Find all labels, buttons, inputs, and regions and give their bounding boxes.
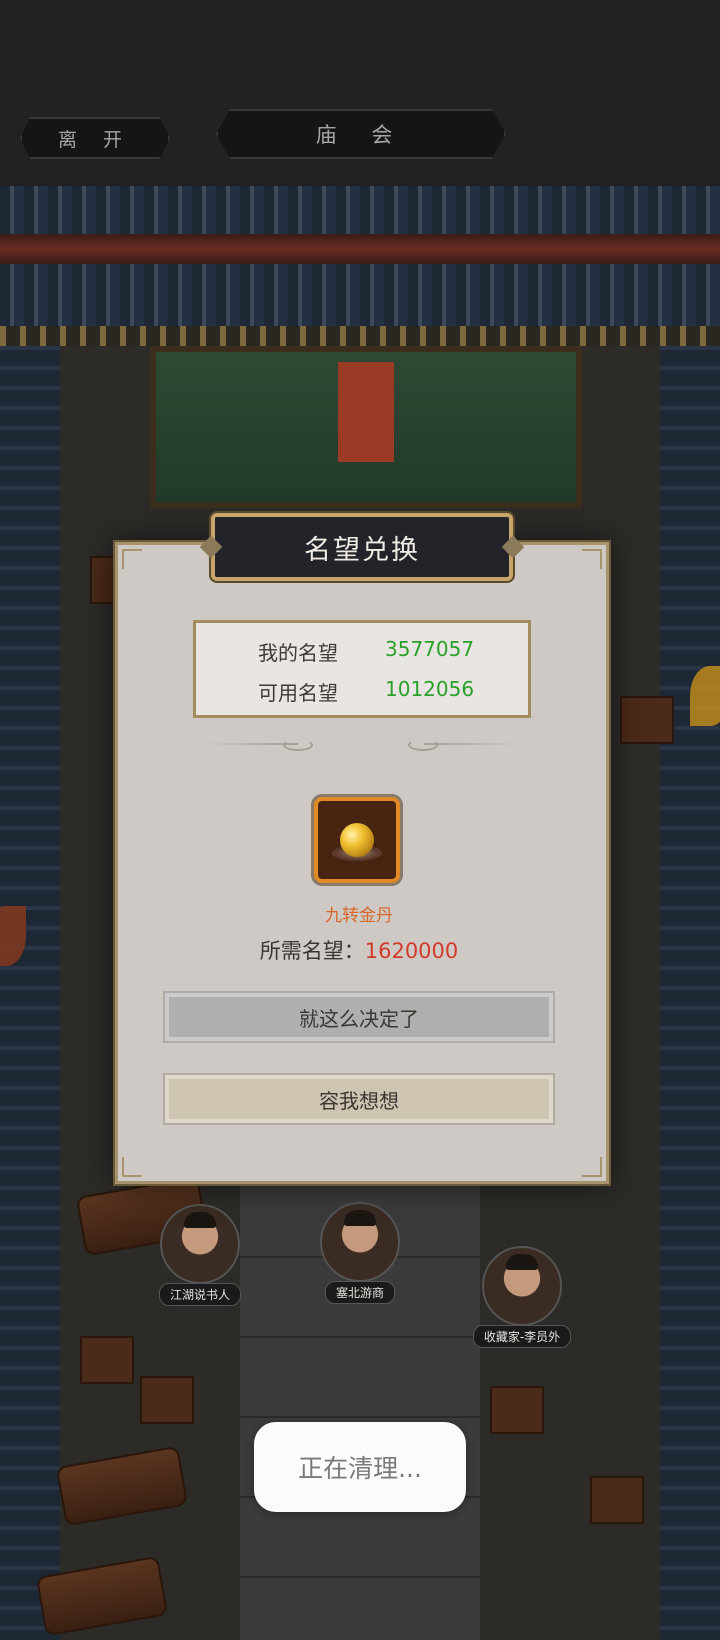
divider-knot: [283, 739, 313, 751]
npc-northern-merchant[interactable]: 塞北游商: [310, 1202, 410, 1304]
cleaning-toast: 正在清理...: [254, 1422, 466, 1512]
npc-storyteller[interactable]: 江湖说书人: [150, 1204, 250, 1306]
crate: [490, 1386, 544, 1434]
dialog-title-text: 名望兑换: [304, 534, 420, 566]
roof-eaves: [0, 326, 720, 346]
required-reputation: 所需名望：1620000: [118, 935, 600, 965]
temple-roof: [0, 186, 720, 346]
left-wall: [0, 346, 60, 1640]
reputation-exchange-dialog: 名望兑换 我的名望 3577057 可用名望 1012056 九转金丹 所需名望…: [115, 513, 609, 1184]
right-wall: [660, 346, 720, 1640]
ginkgo-leaf-decoration: [690, 666, 720, 726]
divider-knot: [408, 739, 438, 751]
cost-value: 1620000: [364, 939, 459, 963]
cancel-button[interactable]: 容我想想: [163, 1073, 555, 1125]
frame-corner: [122, 1157, 142, 1177]
crate: [620, 696, 674, 744]
frame-corner: [582, 1157, 602, 1177]
reputation-stats-box: 我的名望 3577057 可用名望 1012056: [193, 620, 531, 718]
frame-corner: [582, 549, 602, 569]
stat-value: 1012056: [385, 677, 475, 701]
confirm-button[interactable]: 就这么决定了: [163, 991, 555, 1043]
cost-label: 所需名望：: [259, 939, 365, 963]
barrel: [55, 1445, 189, 1527]
divider-ornament: [424, 743, 520, 745]
npc-collector[interactable]: 收藏家-李员外: [472, 1246, 572, 1348]
stat-value: 3577057: [385, 637, 475, 661]
stat-label: 可用名望: [258, 681, 338, 705]
frame-corner: [122, 549, 142, 569]
pill-orb: [340, 823, 374, 857]
top-bar: 离 开 庙 会: [0, 0, 720, 186]
npc-name-label: 塞北游商: [324, 1281, 395, 1304]
available-reputation-row: 可用名望 1012056: [196, 671, 528, 711]
item-name: 九转金丹: [325, 906, 393, 926]
roof-beam: [0, 234, 720, 264]
crate: [590, 1476, 644, 1524]
my-reputation-row: 我的名望 3577057: [196, 631, 528, 671]
npc-name-label: 收藏家-李员外: [472, 1325, 572, 1348]
dialog-title: 名望兑换: [199, 513, 525, 581]
npc-name-label: 江湖说书人: [158, 1283, 241, 1306]
npc-avatar: [320, 1202, 400, 1282]
golden-pill-icon[interactable]: [314, 797, 400, 883]
courtyard-banner: [338, 362, 394, 462]
stat-label: 我的名望: [258, 641, 338, 665]
scene-title: 庙 会: [216, 109, 506, 159]
npc-avatar: [482, 1246, 562, 1326]
leave-button[interactable]: 离 开: [20, 117, 170, 159]
npc-avatar: [160, 1204, 240, 1284]
temple-courtyard: [150, 346, 582, 508]
crate: [80, 1336, 134, 1384]
crate: [140, 1376, 194, 1424]
